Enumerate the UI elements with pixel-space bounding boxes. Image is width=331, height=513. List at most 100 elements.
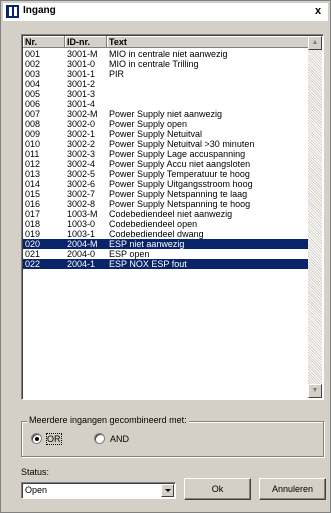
row-id: 3002-M bbox=[67, 109, 98, 119]
row-nr: 012 bbox=[25, 159, 41, 169]
row-id: 1003-1 bbox=[67, 229, 96, 239]
table-row[interactable]: 013 3002-5 Power Supply Temperatuur te hoo… bbox=[23, 169, 309, 179]
row-nr: 013 bbox=[25, 169, 41, 179]
row-id: 3002-6 bbox=[67, 179, 96, 189]
row-nr: 004 bbox=[25, 79, 41, 89]
column-header-text[interactable]: Text bbox=[107, 36, 309, 48]
table-row[interactable]: 011 3002-3 Power Supply Lage accuspanning bbox=[23, 149, 309, 159]
row-text: Power Supply Netspanning te hoog bbox=[109, 199, 251, 209]
table-row[interactable]: 010 3002-2 Power Supply Netuitval >30 minu… bbox=[23, 139, 309, 149]
row-text: Power Supply Lage accuspanning bbox=[109, 149, 246, 159]
table-row[interactable]: 006 3001-4 bbox=[23, 99, 309, 109]
table-row[interactable]: 021 2004-0 ESP open bbox=[23, 249, 309, 259]
table-row[interactable]: 015 3002-7 Power Supply Netspanning te laa… bbox=[23, 189, 309, 199]
radio-and[interactable]: AND bbox=[94, 433, 129, 444]
row-text: Codebediendeel dwang bbox=[109, 229, 204, 239]
row-text: MIO in centrale Trilling bbox=[109, 59, 199, 69]
radio-and-indicator[interactable] bbox=[94, 433, 105, 444]
row-text bbox=[107, 89, 309, 99]
table-row[interactable]: 002 3001-0 MIO in centrale Trilling bbox=[23, 59, 309, 69]
combine-groupbox bbox=[21, 421, 324, 457]
table-row[interactable]: 014 3002-6 Power Supply Uitgangsstroom hoo… bbox=[23, 179, 309, 189]
row-id: 3002-7 bbox=[67, 189, 96, 199]
table-row[interactable]: 020 2004-M ESP niet aanwezig bbox=[23, 239, 309, 249]
row-text: ESP open bbox=[109, 249, 150, 259]
row-id: 3002-0 bbox=[67, 119, 96, 129]
table-row[interactable]: 022 2004-1 ESP NOX ESP fout bbox=[23, 259, 309, 269]
row-id: 2004-1 bbox=[67, 259, 96, 269]
row-nr: 005 bbox=[25, 89, 41, 99]
row-id: 3001-0 bbox=[67, 59, 96, 69]
column-header-nr[interactable]: Nr. bbox=[23, 36, 65, 48]
row-nr: 001 bbox=[25, 49, 41, 59]
scroll-up-button[interactable]: ▲ bbox=[308, 36, 322, 50]
scroll-down-button[interactable]: ▼ bbox=[308, 384, 322, 398]
row-text: Power Supply Temperatuur te hoog bbox=[109, 169, 250, 179]
row-nr: 003 bbox=[25, 69, 41, 79]
table-row[interactable]: 016 3002-8 Power Supply Netspanning te hoo… bbox=[23, 199, 309, 209]
list-rows: 001 3001-M MIO in centrale niet aanwezig 00… bbox=[23, 49, 309, 269]
table-row[interactable]: 004 3001-2 bbox=[23, 79, 309, 89]
table-row[interactable]: 007 3002-M Power Supply niet aanwezig bbox=[23, 109, 309, 119]
table-row[interactable]: 009 3002-1 Power Supply Netuitval bbox=[23, 129, 309, 139]
row-text: ESP niet aanwezig bbox=[109, 239, 185, 249]
combine-legend: Meerdere ingangen gecombineerd met: bbox=[27, 415, 189, 425]
row-id: 2004-0 bbox=[67, 249, 96, 259]
row-id: 3001-3 bbox=[67, 89, 96, 99]
app-icon bbox=[6, 5, 19, 18]
list-header: Nr. ID-nr. Text bbox=[23, 36, 309, 48]
row-nr: 007 bbox=[25, 109, 41, 119]
column-header-id[interactable]: ID-nr. bbox=[65, 36, 107, 48]
row-id: 3002-5 bbox=[67, 169, 96, 179]
title-bar: Ingang x bbox=[3, 3, 328, 21]
table-row[interactable]: 019 1003-1 Codebediendeel dwang bbox=[23, 229, 309, 239]
row-nr: 006 bbox=[25, 99, 41, 109]
table-row[interactable]: 001 3001-M MIO in centrale niet aanwezig bbox=[23, 49, 309, 59]
vertical-scrollbar[interactable]: ▲ ▼ bbox=[308, 36, 322, 398]
table-row[interactable]: 003 3001-1 PIR bbox=[23, 69, 309, 79]
row-text: Power Supply Uitgangsstroom hoog bbox=[109, 179, 253, 189]
row-id: 3001-2 bbox=[67, 79, 96, 89]
table-row[interactable]: 012 3002-4 Power Supply Accu niet aangslot… bbox=[23, 159, 309, 169]
row-text: PIR bbox=[109, 69, 125, 79]
status-value: Open bbox=[25, 485, 48, 495]
row-nr: 010 bbox=[25, 139, 41, 149]
row-nr: 016 bbox=[25, 199, 41, 209]
radio-or-indicator[interactable] bbox=[31, 433, 42, 444]
row-id: 3001-1 bbox=[67, 69, 96, 79]
cancel-button[interactable]: Annuleren bbox=[259, 478, 326, 500]
row-id: 3002-1 bbox=[67, 129, 96, 139]
row-text: Power Supply Accu niet aangsloten bbox=[109, 159, 251, 169]
table-row[interactable]: 017 1003-M Codebediendeel niet aanwezig bbox=[23, 209, 309, 219]
row-nr: 019 bbox=[25, 229, 41, 239]
row-nr: 009 bbox=[25, 129, 41, 139]
table-row[interactable]: 008 3002-0 Power Supply open bbox=[23, 119, 309, 129]
table-row[interactable]: 005 3001-3 bbox=[23, 89, 309, 99]
row-text bbox=[107, 79, 309, 89]
row-nr: 021 bbox=[25, 249, 41, 259]
table-row[interactable]: 018 1003-0 Codebediendeel open bbox=[23, 219, 309, 229]
radio-or[interactable]: OR bbox=[31, 432, 62, 445]
input-list[interactable]: Nr. ID-nr. Text 001 3001-M MIO in centrale… bbox=[21, 34, 324, 400]
row-nr: 002 bbox=[25, 59, 41, 69]
close-button[interactable]: x bbox=[312, 4, 324, 18]
ok-button[interactable]: Ok bbox=[184, 478, 251, 500]
row-text: Power Supply Netuitval bbox=[109, 129, 203, 139]
row-id: 3002-3 bbox=[67, 149, 96, 159]
row-text: Codebediendeel open bbox=[109, 219, 198, 229]
row-text bbox=[107, 99, 309, 109]
row-text: ESP NOX ESP fout bbox=[109, 259, 187, 269]
row-nr: 020 bbox=[25, 239, 41, 249]
row-nr: 022 bbox=[25, 259, 41, 269]
radio-or-label: OR bbox=[46, 432, 62, 445]
row-id: 3002-2 bbox=[67, 139, 96, 149]
row-text: Power Supply niet aanwezig bbox=[109, 109, 223, 119]
row-id: 3002-8 bbox=[67, 199, 96, 209]
radio-and-label: AND bbox=[110, 433, 130, 444]
chevron-down-icon[interactable] bbox=[161, 484, 174, 497]
status-select[interactable]: Open bbox=[21, 482, 176, 499]
row-nr: 011 bbox=[25, 149, 40, 159]
row-id: 1003-M bbox=[67, 209, 98, 219]
status-label: Status: bbox=[21, 467, 50, 477]
row-text: MIO in centrale niet aanwezig bbox=[109, 49, 228, 59]
